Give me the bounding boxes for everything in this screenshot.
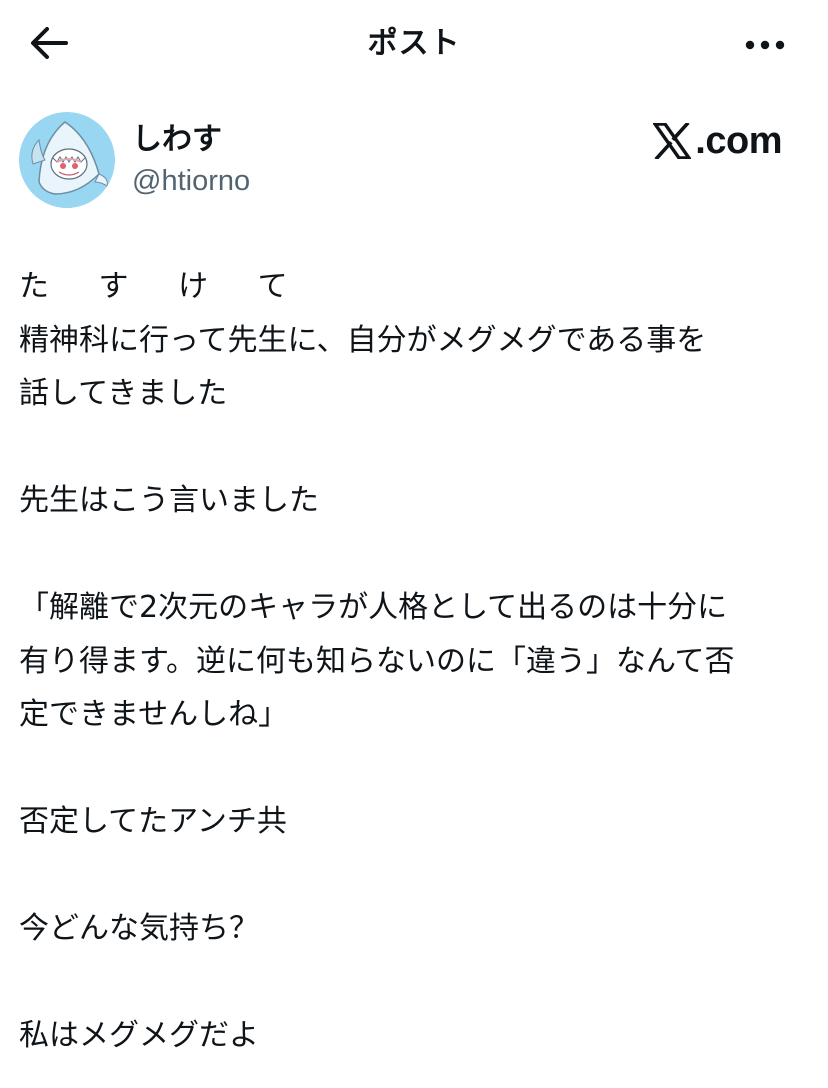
brand-suffix: .com [695, 120, 782, 162]
post-line: た す け て [19, 269, 308, 304]
post-line: 定できませんしね」 [19, 697, 289, 732]
post-line: 今どんな気持ち？ [19, 911, 259, 946]
author-display-name[interactable]: しわす [132, 120, 222, 160]
more-horizontal-icon [745, 35, 785, 54]
post-line: 先生はこう言いました [19, 483, 319, 518]
post-line: 否定してたアンチ共 [19, 804, 287, 839]
brand-logo: .com [653, 118, 782, 164]
post-text: た す け て 精神科に行って先生に、自分がメグメグである事を 話してきました … [19, 260, 809, 1063]
x-logo-icon [653, 123, 692, 159]
post-line: 私はメグメグだよ [19, 1018, 259, 1053]
avatar[interactable] [19, 112, 115, 208]
page-title: ポスト [367, 26, 461, 61]
post-line: 有り得ます。逆に何も知らないのに「違う」なんて否 [19, 643, 735, 679]
more-options-button[interactable] [740, 28, 790, 60]
post-line: 「解離で2次元のキャラが人格として出るのは十分に [19, 590, 728, 625]
post-line: 話してきました [19, 376, 228, 411]
post-line: 精神科に行って先生に、自分がメグメグである事を [19, 322, 707, 358]
top-bar: ポスト [0, 0, 828, 88]
author-handle[interactable]: @htiorno [132, 162, 250, 200]
